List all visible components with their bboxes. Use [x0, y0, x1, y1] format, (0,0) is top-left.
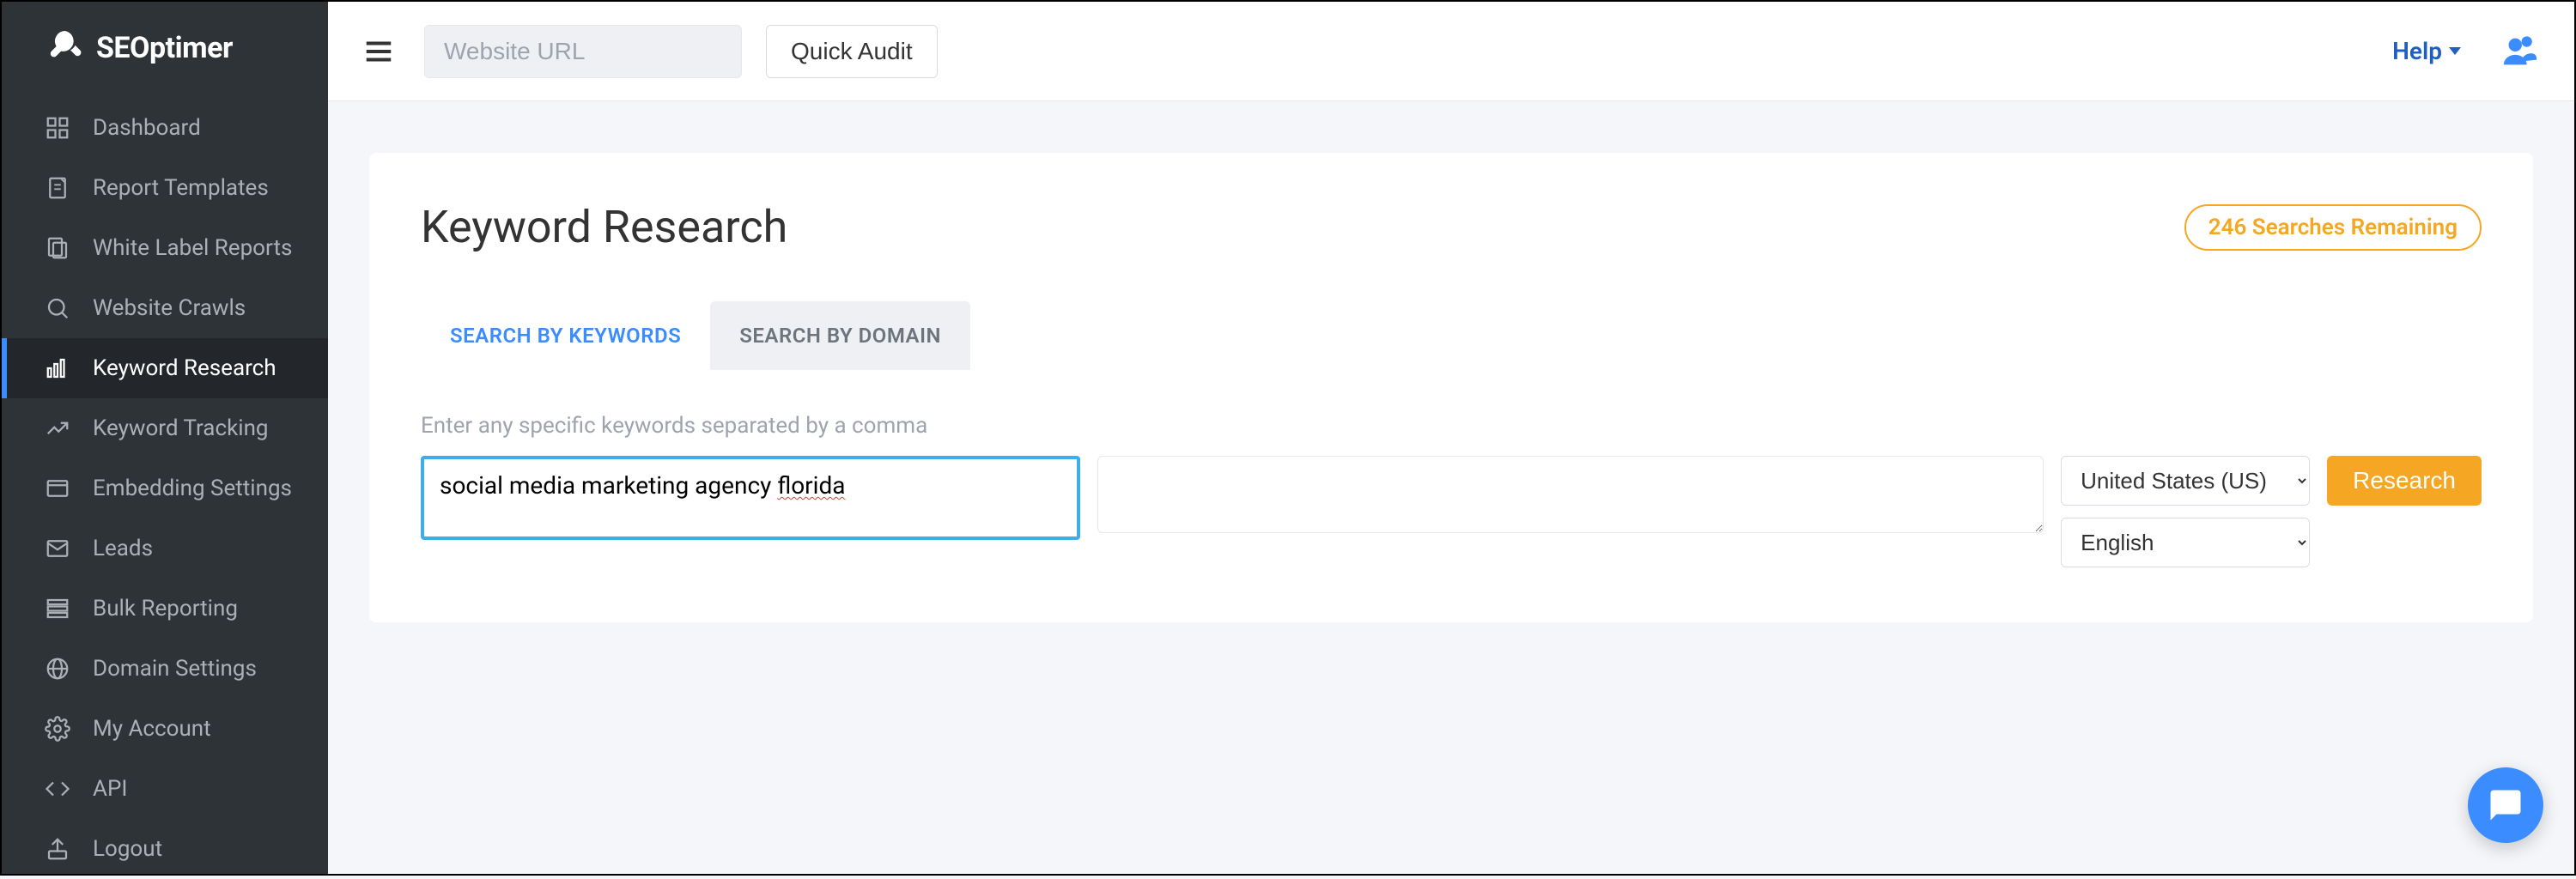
embed-icon	[45, 476, 70, 501]
sidebar-item-dashboard[interactable]: Dashboard	[2, 98, 328, 158]
keywords-input[interactable]: social media marketing agency florida	[424, 459, 1077, 536]
sidebar-item-label: My Account	[93, 716, 211, 742]
website-url-input[interactable]	[424, 25, 742, 78]
api-icon	[45, 776, 70, 802]
sidebar-item-label: Keyword Research	[93, 355, 276, 381]
card: Keyword Research 246 Searches Remaining …	[369, 153, 2533, 622]
logout-icon	[45, 836, 70, 862]
whitelabel-icon	[45, 235, 70, 261]
tabs: SEARCH BY KEYWORDSSEARCH BY DOMAIN	[421, 301, 2482, 370]
caret-down-icon	[2449, 47, 2461, 55]
help-label: Help	[2392, 37, 2442, 65]
sidebar: SEOptimer Dashboard Report Templates White…	[2, 2, 328, 874]
sidebar-item-label: Bulk Reporting	[93, 596, 238, 621]
page-title: Keyword Research	[421, 201, 787, 253]
sidebar-item-domain[interactable]: Domain Settings	[2, 639, 328, 699]
menu-toggle-button[interactable]	[362, 35, 395, 68]
users-icon	[2500, 32, 2540, 71]
logo-text: SEOptimer	[96, 31, 233, 65]
keyword-icon	[45, 355, 70, 381]
nav-list: Dashboard Report Templates White Label Rep…	[2, 98, 328, 879]
sidebar-item-label: Logout	[93, 836, 162, 862]
chat-icon	[2488, 787, 2524, 823]
sidebar-item-account[interactable]: My Account	[2, 699, 328, 759]
sidebar-item-label: Leads	[93, 536, 153, 561]
keywords-textarea-overflow[interactable]	[1097, 456, 2044, 533]
main: Quick Audit Help Keyword Research 246 Se…	[328, 2, 2574, 874]
country-select[interactable]: United States (US)	[2061, 456, 2310, 506]
logo[interactable]: SEOptimer	[2, 2, 328, 98]
leads-icon	[45, 536, 70, 561]
sidebar-item-crawl[interactable]: Website Crawls	[2, 278, 328, 338]
dashboard-icon	[45, 115, 70, 141]
topbar: Quick Audit Help	[328, 2, 2574, 101]
crawl-icon	[45, 295, 70, 321]
sidebar-item-keyword[interactable]: Keyword Research	[2, 338, 328, 398]
language-select[interactable]: English	[2061, 518, 2310, 567]
sidebar-item-tracking[interactable]: Keyword Tracking	[2, 398, 328, 458]
sidebar-item-bulk[interactable]: Bulk Reporting	[2, 579, 328, 639]
sidebar-item-label: Dashboard	[93, 115, 201, 141]
quick-audit-button[interactable]: Quick Audit	[766, 25, 938, 78]
tracking-icon	[45, 415, 70, 441]
keywords-input-wrap: social media marketing agency florida	[421, 456, 1080, 540]
sidebar-item-api[interactable]: API	[2, 759, 328, 819]
sidebar-item-whitelabel[interactable]: White Label Reports	[2, 218, 328, 278]
sidebar-item-label: Embedding Settings	[93, 476, 292, 501]
chat-fab[interactable]	[2468, 767, 2543, 843]
bulk-icon	[45, 596, 70, 621]
form-row: social media marketing agency florida Un…	[421, 456, 2482, 567]
logo-icon	[45, 27, 86, 69]
sidebar-item-label: Keyword Tracking	[93, 415, 269, 441]
account-icon	[45, 716, 70, 742]
tab-search-by-domain[interactable]: SEARCH BY DOMAIN	[710, 301, 970, 370]
research-button[interactable]: Research	[2327, 456, 2482, 506]
domain-icon	[45, 656, 70, 682]
help-dropdown[interactable]: Help	[2392, 37, 2461, 65]
sidebar-item-report[interactable]: Report Templates	[2, 158, 328, 218]
sidebar-item-label: Report Templates	[93, 175, 269, 201]
input-hint: Enter any specific keywords separated by…	[421, 413, 2482, 439]
sidebar-item-label: White Label Reports	[93, 235, 292, 261]
users-button[interactable]	[2500, 32, 2540, 71]
sidebar-item-embed[interactable]: Embedding Settings	[2, 458, 328, 518]
sidebar-item-logout[interactable]: Logout	[2, 819, 328, 879]
tab-search-by-keywords[interactable]: SEARCH BY KEYWORDS	[421, 301, 710, 370]
hamburger-icon	[362, 35, 395, 68]
content: Keyword Research 246 Searches Remaining …	[328, 101, 2574, 674]
searches-remaining-badge: 246 Searches Remaining	[2184, 204, 2482, 251]
sidebar-item-label: API	[93, 776, 127, 802]
sidebar-item-label: Website Crawls	[93, 295, 246, 321]
sidebar-item-leads[interactable]: Leads	[2, 518, 328, 579]
sidebar-item-label: Domain Settings	[93, 656, 257, 682]
report-icon	[45, 175, 70, 201]
